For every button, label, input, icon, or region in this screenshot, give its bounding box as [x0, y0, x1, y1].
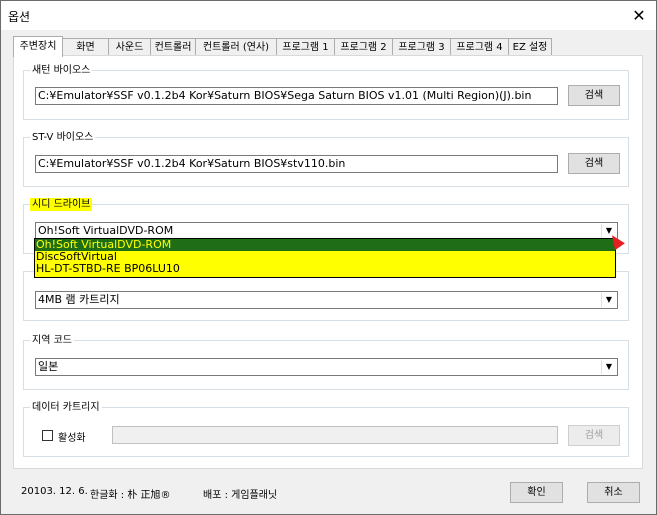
tab-sound[interactable]: 사운드	[108, 38, 151, 55]
cd-drive-dropdown-list: Oh!Soft VirtualDVD-ROM DiscSoftVirtual H…	[34, 238, 616, 278]
cartridge-group: 4MB 램 카트리지 ▼	[23, 271, 629, 321]
enable-checkbox[interactable]	[42, 430, 53, 441]
title-bar: 옵션 ✕	[1, 1, 656, 30]
stv-bios-group: ST-V 바이오스 C:¥Emulator¥SSF v0.1.2b4 Kor¥S…	[23, 131, 629, 187]
cancel-button[interactable]: 취소	[587, 482, 640, 503]
footer-date: 20103. 12. 6.	[21, 486, 88, 497]
tab-peripherals[interactable]: 주변장치	[13, 36, 63, 57]
region-group: 지역 코드 일본 ▼	[23, 334, 629, 390]
cartridge-selected-value: 4MB 램 카트리지	[38, 293, 120, 306]
tab-program-4[interactable]: 프로그램 4	[450, 38, 509, 55]
footer-distributor: 배포 : 게임플래닛	[203, 490, 278, 501]
data-cartridge-group: 데이터 카트리지 활성화 검색	[23, 401, 629, 457]
cartridge-select[interactable]: 4MB 램 카트리지 ▼	[35, 291, 618, 309]
enable-checkbox-label: 활성화	[58, 433, 86, 444]
options-dialog: 옵션 ✕ 주변장치 화면 사운드 컨트롤러 컨트롤러 (연사) 프로그램 1 프…	[0, 0, 657, 515]
stv-bios-browse-button[interactable]: 검색	[568, 153, 620, 174]
stv-bios-path-field[interactable]: C:¥Emulator¥SSF v0.1.2b4 Kor¥Saturn BIOS…	[35, 155, 558, 173]
saturn-bios-browse-button[interactable]: 검색	[568, 85, 620, 106]
saturn-bios-group: 새턴 바이오스 C:¥Emulator¥SSF v0.1.2b4 Kor¥Sat…	[23, 64, 629, 120]
cd-drive-option[interactable]: HL-DT-STBD-RE BP06LU10	[35, 263, 615, 275]
tab-program-2[interactable]: 프로그램 2	[334, 38, 393, 55]
data-cartridge-browse-button[interactable]: 검색	[568, 425, 620, 446]
chevron-down-icon[interactable]: ▼	[601, 293, 616, 307]
chevron-down-icon[interactable]: ▼	[601, 360, 616, 374]
cd-drive-selected-value: Oh!Soft VirtualDVD-ROM	[38, 224, 174, 237]
region-label: 지역 코드	[30, 334, 74, 347]
tab-display[interactable]: 화면	[62, 38, 109, 55]
tab-controller[interactable]: 컨트롤러	[150, 38, 196, 55]
tab-program-1[interactable]: 프로그램 1	[276, 38, 335, 55]
window-title: 옵션	[8, 10, 31, 24]
data-cartridge-path-field[interactable]	[112, 426, 558, 444]
close-icon[interactable]: ✕	[622, 1, 656, 30]
stv-bios-label: ST-V 바이오스	[30, 131, 96, 144]
data-cartridge-label: 데이터 카트리지	[30, 401, 102, 414]
tab-program-3[interactable]: 프로그램 3	[392, 38, 451, 55]
cd-drive-label: 시디 드라이브	[30, 198, 93, 211]
region-select[interactable]: 일본 ▼	[35, 358, 618, 376]
ok-button[interactable]: 확인	[510, 482, 563, 503]
saturn-bios-label: 새턴 바이오스	[30, 64, 93, 77]
tab-controller-turbo[interactable]: 컨트롤러 (연사)	[195, 38, 277, 55]
saturn-bios-path-field[interactable]: C:¥Emulator¥SSF v0.1.2b4 Kor¥Saturn BIOS…	[35, 87, 558, 105]
tab-ez-settings[interactable]: EZ 설정	[508, 38, 552, 55]
region-selected-value: 일본	[38, 360, 59, 373]
cd-drive-option[interactable]: Oh!Soft VirtualDVD-ROM	[35, 239, 615, 251]
footer-translator: 한글화 : 朴 正旭®	[90, 490, 171, 501]
